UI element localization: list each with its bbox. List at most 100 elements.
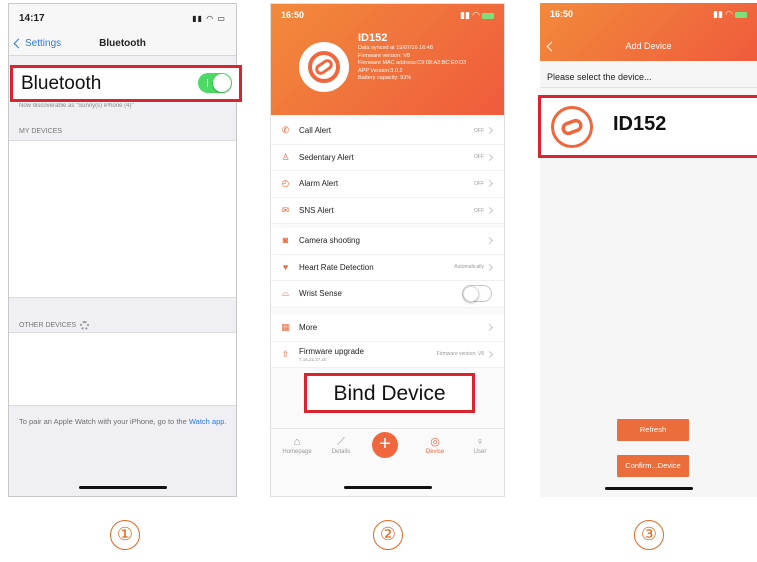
firmware-sub: 7.16.22.27.20 — [299, 356, 327, 362]
firmware-version: Firmware version: V8 — [436, 351, 484, 358]
step-number-3: ③ — [634, 520, 664, 550]
device-info-line: Battery capacity: 93% — [358, 75, 412, 82]
home-icon: ⌂ — [293, 436, 301, 448]
compass-icon: ◎ — [430, 436, 440, 448]
alarm-clock-icon: ◴ — [281, 178, 290, 189]
loading-spinner-icon — [80, 321, 90, 330]
camera-icon: ◙ — [282, 235, 289, 246]
chart-icon: ⟋ — [337, 436, 345, 448]
tab-homepage[interactable]: ⌂ Homepage — [277, 436, 317, 455]
other-devices-header: OTHER DEVICES — [19, 321, 90, 330]
select-device-prompt: Please select the device... — [547, 72, 652, 82]
my-devices-list — [9, 140, 236, 298]
tab-label: User — [473, 449, 487, 455]
status-time: 16:50 — [550, 9, 574, 19]
signal-wifi-battery-icon: ▮▮ ◠ ▭ — [192, 13, 226, 23]
my-devices-header: MY DEVICES — [19, 128, 62, 135]
page-title: Add Device — [625, 41, 672, 51]
tab-device[interactable]: ◎ Device — [415, 436, 455, 455]
signal-wifi-battery-icon: ▮▮ ◠ — [713, 9, 747, 20]
tab-details[interactable]: ⟋ Details — [321, 436, 361, 455]
watch-app-link[interactable]: Watch app. — [189, 417, 227, 426]
tab-user[interactable]: ♀ User — [460, 436, 500, 455]
heart-rate-row[interactable]: ♥ Heart Rate Detection Automatically — [271, 255, 504, 282]
discoverable-hint: Now discoverable as "Sunny(s) iPhone (4)… — [19, 103, 134, 109]
add-device-plus-button[interactable]: + — [372, 432, 398, 458]
chevron-right-icon — [485, 263, 494, 271]
toggle-knob — [463, 286, 479, 303]
tool-label: Heart Rate Detection — [299, 262, 374, 272]
step-number-1: ① — [110, 520, 140, 550]
bind-device-button[interactable]: Bind Device — [304, 373, 475, 413]
device-info-line: Firmware MAC address:C9:09:A3:BC:E0:D3 — [358, 60, 467, 67]
apple-watch-note-text: To pair an Apple Watch with your iPhone,… — [19, 417, 187, 426]
screen-device-settings: 16:50 ▮▮ ◠ ID152 Data synced at 19/07/16… — [270, 3, 505, 497]
signal-wifi-battery-icon: ▮▮ ◠ — [460, 10, 494, 21]
add-device-header: 16:50 ▮▮ ◠ Add Device — [540, 3, 757, 61]
home-indicator — [604, 487, 693, 490]
device-info-line: Data synced at 19/07/16 16:48 — [358, 45, 433, 51]
more-label: More — [299, 323, 318, 333]
apple-watch-note: To pair an Apple Watch with your iPhone,… — [19, 417, 231, 427]
confirm-device-button[interactable]: Confirm...Device — [617, 455, 689, 477]
alert-list: ✆ Call Alert OFF ♙ Sedentary Alert OFF ◴… — [271, 118, 504, 225]
device-header: 16:50 ▮▮ ◠ ID152 Data synced at 19/07/16… — [271, 4, 504, 115]
alert-status: OFF — [474, 207, 484, 214]
phone-icon: ✆ — [281, 125, 290, 136]
device-name: ID152 — [613, 113, 667, 135]
firmware-upgrade-row[interactable]: ⇧ Firmware upgrade 7.16.22.27.20 Firmwar… — [271, 342, 504, 369]
other-devices-list — [9, 332, 236, 406]
band-logo-icon — [551, 106, 593, 148]
divider — [540, 87, 757, 88]
step-number-2: ② — [373, 520, 403, 550]
chevron-right-icon — [485, 127, 494, 135]
home-indicator — [78, 486, 167, 489]
more-grid-icon: ▦ — [281, 322, 290, 333]
firmware-label-group: Firmware upgrade 7.16.22.27.20 — [299, 347, 437, 362]
band-logo-icon — [299, 42, 349, 92]
alert-row-sedentary[interactable]: ♙ Sedentary Alert OFF — [271, 145, 504, 172]
user-icon: ♀ — [475, 436, 485, 448]
tool-label: Camera shooting — [299, 236, 360, 246]
tab-bar: ⌂ Homepage ⟋ Details + ◎ Device ♀ User — [271, 428, 504, 496]
alert-status: OFF — [474, 127, 484, 134]
wrist-icon: ⌓ — [281, 288, 290, 299]
tools-list: ◙ Camera shooting ♥ Heart Rate Detection… — [271, 228, 504, 308]
home-indicator — [343, 486, 432, 489]
chevron-right-icon — [485, 350, 494, 358]
bluetooth-toggle[interactable] — [198, 73, 232, 93]
tab-label: Details — [331, 449, 351, 455]
my-devices-label: MY DEVICES — [19, 128, 63, 135]
alert-label: SNS Alert — [299, 206, 334, 216]
upgrade-arrow-icon: ⇧ — [281, 348, 290, 359]
device-info: Data synced at 19/07/16 16:48 Firmware v… — [358, 45, 466, 83]
wrist-sense-row: ⌓ Wrist Sense — [271, 281, 504, 308]
bind-device-label: Bind Device — [333, 382, 446, 405]
alert-label: Call Alert — [299, 126, 332, 136]
alert-row-sns[interactable]: ✉ SNS Alert OFF — [271, 198, 504, 225]
alert-status: OFF — [474, 180, 484, 187]
alert-status: OFF — [474, 154, 484, 161]
toggle-on-mark — [207, 79, 208, 87]
alert-row-call[interactable]: ✆ Call Alert OFF — [271, 118, 504, 145]
bluetooth-toggle-row[interactable]: Bluetooth — [10, 65, 242, 102]
chevron-right-icon — [485, 153, 494, 161]
more-list: ▦ More ⇧ Firmware upgrade 7.16.22.27.20 … — [271, 315, 504, 369]
device-name: ID152 — [358, 32, 388, 44]
tab-label: Homepage — [282, 449, 312, 455]
refresh-button[interactable]: Refresh — [617, 419, 689, 441]
heart-rate-icon: ♥ — [282, 261, 289, 272]
device-list-item-id152[interactable]: ID152 — [538, 95, 757, 158]
status-bar: 16:50 ▮▮ ◠ — [281, 10, 494, 21]
status-bar: 14:17 ▮▮ ◠ ▭ — [9, 4, 236, 32]
more-row[interactable]: ▦ More — [271, 315, 504, 342]
status-time: 14:17 — [19, 12, 45, 24]
toggle-knob — [213, 74, 231, 92]
tool-value: Automatically — [454, 264, 484, 271]
device-info-line: APP Version:3.0.2 — [358, 67, 403, 74]
screen-add-device: 16:50 ▮▮ ◠ Add Device Please select the … — [540, 3, 757, 497]
nav-title: Bluetooth — [99, 38, 146, 49]
alert-row-alarm[interactable]: ◴ Alarm Alert OFF — [271, 171, 504, 198]
wrist-sense-toggle[interactable] — [462, 285, 492, 303]
camera-shooting-row[interactable]: ◙ Camera shooting — [271, 228, 504, 255]
